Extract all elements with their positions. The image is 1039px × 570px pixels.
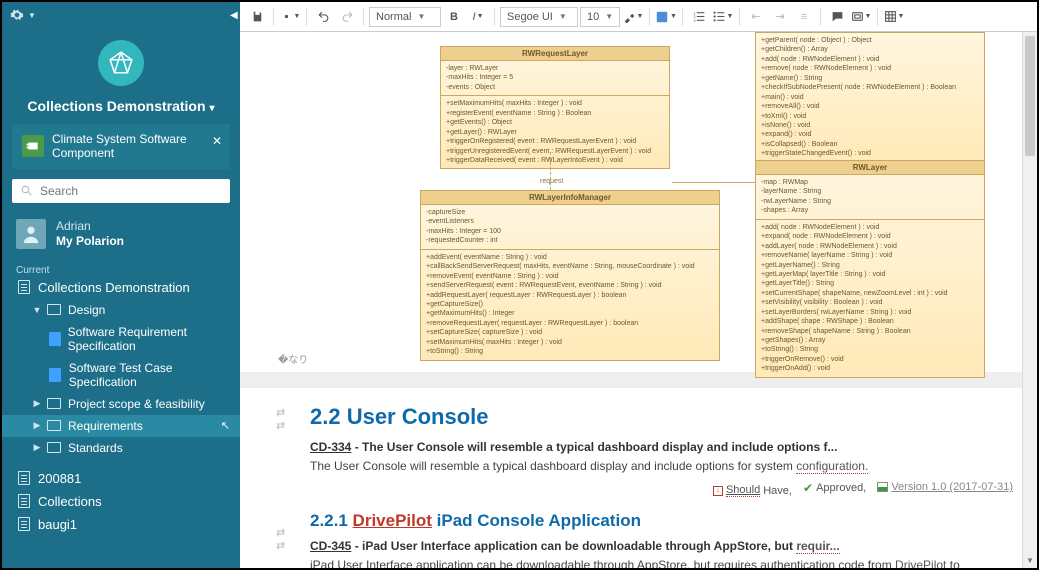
context-card[interactable]: Climate System Software Component ✕ [12,124,230,169]
close-icon[interactable]: ✕ [212,134,222,148]
heading-2-2: 2.2 User Console [310,404,1013,430]
search-input[interactable] [40,184,222,198]
undo-button[interactable] [312,6,334,28]
page-icon [16,494,32,508]
heading-2-2-1: 2.2.1 DrivePilot iPad Console Applicatio… [310,511,1013,531]
document-scroll-area[interactable]: RWRequestLayer -layer : RWLayer-maxHits … [240,32,1037,568]
uml-class-node[interactable]: +getParent( node : Object ) : Object+get… [755,32,985,163]
svg-text:3: 3 [693,19,695,23]
save-button[interactable] [246,6,268,28]
bold-button[interactable]: B [443,6,465,28]
user-name: Adrian [56,219,124,234]
chevron-right-icon[interactable]: ▶ [32,420,42,431]
clear-format-button[interactable]: ▼ [622,6,644,28]
italic-button[interactable]: I▼ [467,6,489,28]
document-icon [48,368,63,382]
user-block[interactable]: Adrian My Polarion [2,213,240,259]
redo-button[interactable] [336,6,358,28]
doc-section-2-2: ⇄⇄ 2.2 User Console CD-334 - The User Co… [240,388,1037,568]
search-icon [20,184,34,198]
outdent-button[interactable]: ⇤ [745,6,767,28]
nav-item-standards[interactable]: ▶ Standards [2,437,240,459]
gutter-link-icons[interactable]: ⇄⇄ [276,526,285,552]
folder-icon [46,441,62,455]
requirement-body: iPad User Interface application can be d… [310,557,1013,568]
nav-item-scope[interactable]: ▶ Project scope & feasibility [2,393,240,415]
font-family-select[interactable]: Segoe UI▼ [500,7,578,27]
nav-extra-200881[interactable]: 200881 [2,467,240,490]
scroll-down-icon[interactable]: ▼ [1023,553,1037,568]
requirement-body: The User Console will resemble a typical… [310,458,1013,475]
scrollbar-thumb[interactable] [1025,36,1035,156]
indent-button[interactable]: ⇥ [769,6,791,28]
chevron-down-icon[interactable]: ▼ [32,305,42,315]
align-button[interactable]: ≡ [793,6,815,28]
resize-handle-icon[interactable]: �なり [278,351,308,366]
table-button[interactable]: ▼ [883,6,905,28]
priority-icon: ↓ [713,486,723,496]
uml-diagram: RWRequestLayer -layer : RWLayer-maxHits … [240,32,1037,372]
editor-toolbar: ▼ Normal▼ B I▼ Segoe UI▼ 10▼ ▼ ▼ 123 ▼ ⇤… [240,2,1037,32]
vertical-scrollbar[interactable]: ▲ ▼ [1022,32,1037,568]
settings-button[interactable]: ▼ [279,6,301,28]
component-icon [22,135,44,157]
check-icon: ✔ [803,481,813,495]
user-home-link[interactable]: My Polarion [56,234,124,249]
gutter-link-icons[interactable]: ⇄⇄ [276,406,285,432]
avatar [16,219,46,249]
font-size-select[interactable]: 10▼ [580,7,620,27]
uml-class-requestlayer[interactable]: RWRequestLayer -layer : RWLayer-maxHits … [440,46,670,169]
main-area: ▼ Normal▼ B I▼ Segoe UI▼ 10▼ ▼ ▼ 123 ▼ ⇤… [240,2,1037,568]
collapse-sidebar-icon[interactable]: ◀ [230,10,240,24]
page-icon [16,517,32,531]
page-icon [16,280,32,294]
context-card-title: Climate System Software Component [52,132,220,161]
nav-tree: Current Collections Demonstration ▼ Desi… [2,259,240,536]
caret-down-icon[interactable]: ▼ [28,11,36,20]
page-icon [16,471,32,485]
nav-item-stcs[interactable]: Software Test Case Specification [2,357,240,393]
requirement-meta: ↓ Should Have, ✔ Approved, Version 1.0 (… [310,481,1013,497]
comment-button[interactable] [826,6,848,28]
uml-connector [672,182,755,183]
sidebar: ▼ ◀ Collections Demonstration▾ Climate S… [2,2,240,568]
insert-button[interactable]: ▼ [655,6,677,28]
nav-root[interactable]: Collections Demonstration [2,276,240,299]
chevron-right-icon[interactable]: ▶ [32,442,42,453]
project-logo [98,40,144,86]
chart-icon [877,482,888,492]
document-icon [48,332,62,346]
settings-gear-icon[interactable] [8,6,26,24]
folder-icon [46,419,62,433]
nav-extra-collections[interactable]: Collections [2,490,240,513]
project-title[interactable]: Collections Demonstration▾ [2,94,240,124]
uml-class-layer[interactable]: RWLayer -map : RWMap-layerName : String-… [755,160,985,378]
cursor-icon: ↖ [221,419,230,432]
folder-icon [46,397,62,411]
chevron-right-icon[interactable]: ▶ [32,398,42,409]
unordered-list-button[interactable]: ▼ [712,6,734,28]
nav-extra-baugi1[interactable]: baugi1 [2,513,240,536]
nav-item-srs[interactable]: Software Requirement Specification [2,321,240,357]
nav-item-design[interactable]: ▼ Design [2,299,240,321]
requirement-title: CD-345 - iPad User Interface application… [310,539,1013,553]
folder-icon [46,303,62,317]
uml-class-layerinfomanager[interactable]: RWLayerInfoManager -captureSize-eventLis… [420,190,720,361]
uml-connector-label: request [540,178,563,185]
nav-current-label: Current [2,261,240,276]
nav-item-requirements[interactable]: ▶ Requirements ↖ [2,415,240,437]
paragraph-style-select[interactable]: Normal▼ [369,7,441,27]
search-box[interactable] [12,179,230,203]
link-button[interactable]: ▼ [850,6,872,28]
caret-down-icon: ▾ [210,103,215,114]
ordered-list-button[interactable]: 123 [688,6,710,28]
requirement-title: CD-334 - The User Console will resemble … [310,440,1013,454]
